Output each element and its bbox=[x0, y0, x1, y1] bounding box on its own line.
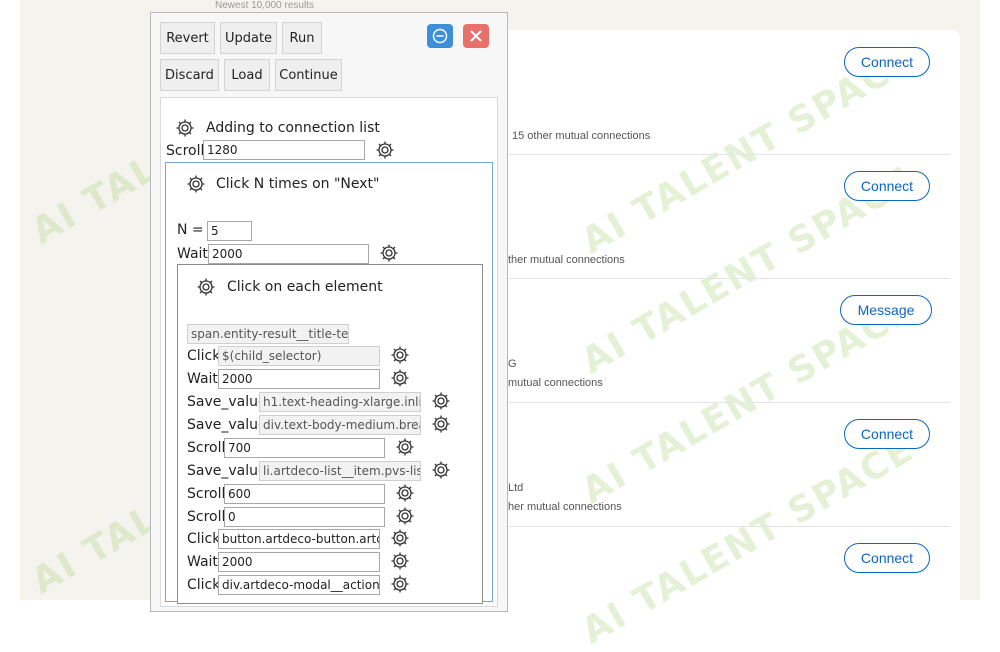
headline-text: Ltd bbox=[508, 482, 524, 494]
minus-circle-icon bbox=[432, 28, 448, 44]
row-divider bbox=[490, 154, 950, 155]
close-icon bbox=[470, 30, 482, 42]
connect-button[interactable]: Connect bbox=[844, 543, 930, 573]
run-button[interactable]: Run bbox=[282, 22, 322, 54]
selector-input[interactable]: span.entity-result__title-text bbox=[187, 324, 349, 344]
action-input[interactable]: li.artdeco-list__item.pvs-list__item bbox=[259, 461, 421, 481]
action-label: Save_value bbox=[187, 463, 267, 479]
gear-icon[interactable] bbox=[390, 528, 410, 548]
update-button[interactable]: Update bbox=[220, 22, 277, 54]
step-title: Adding to connection list bbox=[206, 120, 380, 136]
connect-button[interactable]: Connect bbox=[844, 47, 930, 77]
gear-icon[interactable] bbox=[375, 140, 395, 160]
action-label: Scroll bbox=[187, 440, 226, 456]
action-input[interactable]: 700 bbox=[224, 438, 385, 458]
gear-icon[interactable] bbox=[395, 437, 415, 457]
gear-icon[interactable] bbox=[431, 414, 451, 434]
n-input[interactable]: 5 bbox=[207, 221, 252, 241]
action-input[interactable]: button.artdeco-button.artdeco-modal__dis… bbox=[218, 529, 380, 549]
action-input[interactable]: div.text-body-medium.break-words bbox=[259, 415, 421, 435]
close-button[interactable] bbox=[463, 24, 489, 48]
action-label: Click bbox=[187, 348, 221, 364]
row-divider bbox=[490, 526, 950, 527]
gear-icon[interactable] bbox=[390, 368, 410, 388]
connect-button[interactable]: Connect bbox=[844, 419, 930, 449]
load-button[interactable]: Load bbox=[224, 59, 270, 91]
results-count: Newest 10,000 results bbox=[215, 0, 314, 11]
continue-button[interactable]: Continue bbox=[275, 59, 342, 91]
connect-button[interactable]: Connect bbox=[844, 171, 930, 201]
step-title: Click N times on "Next" bbox=[216, 176, 380, 192]
discard-button[interactable]: Discard bbox=[160, 59, 219, 91]
action-label: Scroll bbox=[187, 509, 226, 525]
mutual-connections-text: 15 other mutual connections bbox=[512, 130, 651, 142]
action-label: Save_value bbox=[187, 417, 267, 433]
gear-icon[interactable] bbox=[431, 460, 451, 480]
action-label: Save_value bbox=[187, 394, 267, 410]
gear-icon[interactable] bbox=[379, 243, 399, 263]
action-label: Wait bbox=[187, 371, 218, 387]
action-label: Click bbox=[187, 531, 221, 547]
gear-icon[interactable] bbox=[186, 174, 206, 194]
action-input[interactable]: div.artdeco-modal__actionbar bbox=[218, 575, 380, 595]
action-input[interactable]: 2000 bbox=[218, 552, 380, 572]
revert-button[interactable]: Revert bbox=[160, 22, 215, 54]
gear-icon[interactable] bbox=[196, 277, 216, 297]
gear-icon[interactable] bbox=[390, 551, 410, 571]
action-label: Scroll bbox=[187, 486, 226, 502]
action-input[interactable]: 2000 bbox=[218, 369, 380, 389]
n-label: N = bbox=[177, 222, 204, 238]
gear-icon[interactable] bbox=[390, 345, 410, 365]
mutual-connections-text: ther mutual connections bbox=[508, 254, 625, 266]
step-title: Click on each element bbox=[227, 279, 383, 295]
gear-icon[interactable] bbox=[395, 483, 415, 503]
mutual-connections-text: her mutual connections bbox=[508, 501, 622, 513]
mutual-connections-text: mutual connections bbox=[508, 377, 603, 389]
action-label: Wait bbox=[187, 554, 218, 570]
minimize-button[interactable] bbox=[427, 24, 453, 48]
scroll-input[interactable]: 1280 bbox=[203, 140, 365, 160]
row-divider bbox=[490, 278, 950, 279]
row-divider bbox=[490, 402, 950, 403]
headline-text: G bbox=[508, 358, 517, 370]
wait-label: Wait bbox=[177, 246, 208, 262]
action-input[interactable]: 0 bbox=[224, 507, 385, 527]
gear-icon[interactable] bbox=[431, 391, 451, 411]
action-input[interactable]: 600 bbox=[224, 484, 385, 504]
action-input[interactable]: $(child_selector) bbox=[218, 346, 380, 366]
gear-icon[interactable] bbox=[175, 118, 195, 138]
gear-icon[interactable] bbox=[395, 506, 415, 526]
wait-input[interactable]: 2000 bbox=[208, 244, 369, 264]
scroll-label: Scroll bbox=[166, 143, 205, 159]
message-button[interactable]: Message bbox=[840, 295, 932, 325]
action-input[interactable]: h1.text-heading-xlarge.inline bbox=[259, 392, 421, 412]
action-label: Click bbox=[187, 577, 221, 593]
gear-icon[interactable] bbox=[390, 574, 410, 594]
